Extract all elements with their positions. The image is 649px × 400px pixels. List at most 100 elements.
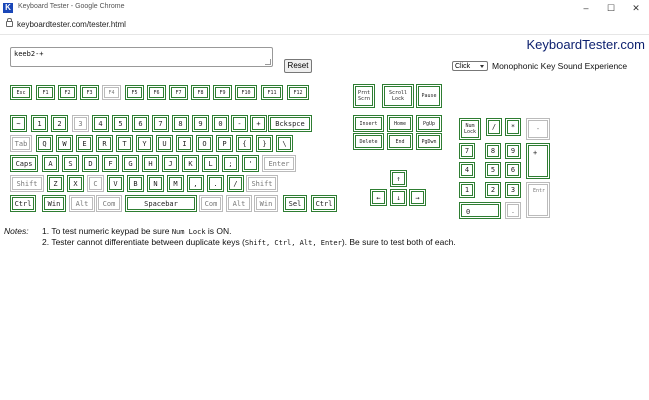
key-bottom-9[interactable]: Ctrl [311, 195, 337, 212]
key-z-3[interactable]: C [87, 175, 104, 192]
key-a-7[interactable]: J [162, 155, 179, 172]
key-a-1[interactable]: A [42, 155, 59, 172]
key-numpad-12[interactable]: 2 [485, 182, 501, 198]
key-q-5[interactable]: T [116, 135, 133, 152]
key-nav-5[interactable]: PgDwn [416, 133, 442, 150]
key-num-3[interactable]: 3 [72, 115, 89, 132]
key-a-11[interactable]: ' [242, 155, 259, 172]
key-q-6[interactable]: Y [136, 135, 153, 152]
key-num-9[interactable]: 9 [192, 115, 209, 132]
key-numpad-0[interactable]: Num Lock [459, 118, 481, 140]
key-z-7[interactable]: M [167, 175, 184, 192]
key-bottom-2[interactable]: Alt [69, 195, 95, 212]
close-icon[interactable]: ✕ [629, 2, 643, 14]
arrow-right-icon[interactable]: → [409, 189, 426, 206]
key-sys-1[interactable]: Scroll Lock [382, 84, 414, 108]
site-brand[interactable]: KeyboardTester.com [526, 37, 645, 52]
key-numpad-13[interactable]: 3 [505, 182, 521, 198]
key-numpad-4[interactable]: 7 [459, 143, 475, 159]
sound-select[interactable]: Click [452, 61, 488, 71]
key-q-9[interactable]: O [196, 135, 213, 152]
key-z-4[interactable]: V [107, 175, 124, 192]
key-q-4[interactable]: R [96, 135, 113, 152]
key-numpad-11[interactable]: 1 [459, 182, 475, 198]
key-q-2[interactable]: W [56, 135, 73, 152]
key-caps[interactable]: Caps [10, 155, 38, 172]
key-numpad-9[interactable]: 5 [485, 162, 501, 178]
arrow-left-icon[interactable]: ← [370, 189, 387, 206]
test-textarea[interactable]: keeb2-+ [10, 47, 273, 67]
key-q-0[interactable]: Tab [10, 135, 32, 152]
key-backspace[interactable]: Bckspce [268, 115, 312, 132]
lock-icon[interactable] [6, 18, 13, 27]
key-z-9[interactable]: . [207, 175, 224, 192]
key-numpad-5[interactable]: 8 [485, 143, 501, 159]
key-a-8[interactable]: K [182, 155, 199, 172]
key-num-5[interactable]: 5 [112, 115, 129, 132]
key-num-0[interactable]: ~ [10, 115, 27, 132]
key-num-11[interactable]: - [231, 115, 248, 132]
key-f5[interactable]: F5 [125, 85, 144, 100]
key-f7[interactable]: F7 [169, 85, 188, 100]
key-num-6[interactable]: 6 [132, 115, 149, 132]
key-q-11[interactable]: { [236, 135, 253, 152]
key-shift-left[interactable]: Shift [10, 175, 44, 192]
key-q-10[interactable]: P [216, 135, 233, 152]
key-num-10[interactable]: 0 [212, 115, 229, 132]
key-num-12[interactable]: + [250, 115, 267, 132]
url-text[interactable]: keyboardtester.com/tester.html [17, 20, 126, 29]
key-numpad-3[interactable]: - [526, 118, 550, 140]
key-num-2[interactable]: 2 [51, 115, 68, 132]
key-f9[interactable]: F9 [213, 85, 232, 100]
key-nav-4[interactable]: End [387, 133, 413, 150]
key-q-13[interactable]: \ [276, 135, 293, 152]
key-q-3[interactable]: E [76, 135, 93, 152]
key-bottom-1[interactable]: Win [42, 195, 66, 212]
key-numpad-14[interactable]: Entr [526, 182, 550, 218]
reset-button[interactable]: Reset [284, 59, 312, 73]
key-z-2[interactable]: X [67, 175, 84, 192]
key-esc[interactable]: Esc [10, 85, 32, 100]
key-numpad-7[interactable]: + [526, 143, 550, 179]
key-bottom-3[interactable]: Com [96, 195, 122, 212]
key-a-5[interactable]: G [122, 155, 139, 172]
key-a-4[interactable]: F [102, 155, 119, 172]
key-sys-0[interactable]: Prnt Scrn [353, 84, 375, 108]
maximize-icon[interactable]: ☐ [604, 2, 618, 14]
key-a-10[interactable]: ; [222, 155, 239, 172]
key-nav-1[interactable]: Home [387, 115, 413, 132]
key-f10[interactable]: F10 [235, 85, 257, 100]
key-bottom-4[interactable]: Spacebar [125, 195, 197, 212]
key-q-1[interactable]: Q [36, 135, 53, 152]
key-a-6[interactable]: H [142, 155, 159, 172]
key-enter[interactable]: Enter [262, 155, 296, 172]
key-numpad-16[interactable]: . [505, 202, 521, 219]
key-a-3[interactable]: D [82, 155, 99, 172]
key-f11[interactable]: F11 [261, 85, 283, 100]
key-nav-2[interactable]: PgUp [416, 115, 442, 132]
key-f12[interactable]: F12 [287, 85, 309, 100]
key-q-12[interactable]: } [256, 135, 273, 152]
key-z-6[interactable]: N [147, 175, 164, 192]
arrow-up-icon[interactable]: ↑ [390, 170, 407, 187]
key-bottom-8[interactable]: Sel [283, 195, 307, 212]
key-bottom-6[interactable]: Alt [226, 195, 252, 212]
minimize-icon[interactable]: – [579, 2, 593, 14]
key-bottom-5[interactable]: Com [199, 195, 223, 212]
key-nav-3[interactable]: Delete [353, 133, 384, 150]
key-numpad-1[interactable]: / [486, 118, 502, 136]
key-f3[interactable]: F3 [80, 85, 99, 100]
key-sys-2[interactable]: Pause [416, 84, 442, 108]
key-shift-right[interactable]: Shift [246, 175, 278, 192]
key-f6[interactable]: F6 [147, 85, 166, 100]
key-z-5[interactable]: B [127, 175, 144, 192]
key-numpad-8[interactable]: 4 [459, 162, 475, 178]
key-bottom-7[interactable]: Win [254, 195, 278, 212]
key-numpad-10[interactable]: 6 [505, 162, 521, 178]
key-q-7[interactable]: U [156, 135, 173, 152]
key-numpad-15[interactable]: 0 [459, 202, 501, 219]
key-numpad-2[interactable]: * [505, 118, 521, 136]
key-num-1[interactable]: 1 [31, 115, 48, 132]
key-f8[interactable]: F8 [191, 85, 210, 100]
key-z-8[interactable]: , [187, 175, 204, 192]
